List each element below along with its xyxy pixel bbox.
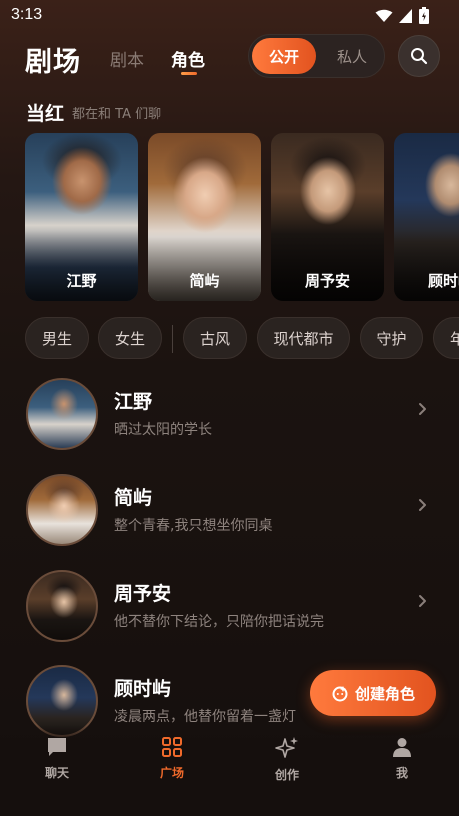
hot-card-name: 江野 [66, 272, 97, 290]
hot-character-carousel[interactable]: 江野 简屿 周予安 顾时屿 [25, 133, 459, 303]
chevron-right-icon [419, 403, 426, 415]
signal-icon [399, 8, 412, 23]
tag-ancient[interactable]: 古风 [183, 317, 247, 359]
hot-card-3[interactable]: 周予安 [271, 133, 384, 301]
create-character-label: 创建角色 [354, 684, 415, 703]
grid-icon [162, 737, 182, 757]
hot-card-2[interactable]: 简屿 [148, 133, 261, 301]
tag-male[interactable]: 男生 [25, 317, 89, 359]
nav-label: 广场 [159, 766, 184, 780]
avatar [26, 570, 98, 642]
hot-card-name: 简屿 [189, 272, 220, 290]
create-character-icon [332, 686, 348, 702]
search-button[interactable] [398, 35, 440, 77]
hot-section-title: 当红 [26, 103, 65, 125]
chevron-right-icon [419, 499, 426, 511]
character-description: 晒过太阳的学长 [114, 422, 212, 438]
bottom-navigation: 聊天 广场 创作 我 [0, 725, 459, 816]
top-header: 剧场 剧本 角色 [0, 36, 459, 80]
battery-icon [419, 7, 429, 24]
character-description: 他不替你下结论，只陪你把话说完 [114, 614, 324, 630]
hot-section-subtitle: 都在和 TA 们聊 [72, 107, 162, 122]
sparkle-icon [275, 737, 298, 758]
nav-chat[interactable]: 聊天 [17, 736, 97, 796]
nav-label: 创作 [274, 768, 299, 782]
hot-card-4[interactable]: 顾时屿 [394, 133, 459, 301]
toggle-public[interactable]: 公开 [252, 38, 316, 74]
status-bar: 3:13 [0, 0, 459, 32]
nav-me[interactable]: 我 [362, 736, 442, 796]
chevron-right-icon [419, 595, 426, 607]
character-name: 江野 [114, 391, 153, 413]
character-name: 简屿 [114, 487, 153, 509]
tab-characters[interactable]: 角色 [171, 46, 205, 71]
visibility-toggle[interactable]: 公开 私人 [248, 34, 385, 78]
tag-guardian[interactable]: 守护 [360, 317, 423, 359]
nav-square[interactable]: 广场 [132, 736, 212, 796]
tab-scripts[interactable]: 剧本 [110, 46, 144, 71]
avatar [26, 378, 98, 450]
tag-female[interactable]: 女生 [98, 317, 162, 359]
chat-icon [48, 738, 66, 756]
avatar [26, 474, 98, 546]
tag-filter-bar[interactable]: 男生 女生 古风 现代都市 守护 年 [25, 317, 459, 361]
character-description: 整个青春,我只想坐你同桌 [114, 518, 273, 534]
nav-label: 我 [395, 766, 408, 780]
nav-label: 聊天 [44, 766, 69, 780]
toggle-private[interactable]: 私人 [321, 38, 383, 74]
active-tab-indicator [181, 72, 197, 75]
character-description: 凌晨两点，他替你留着一盏灯 [114, 709, 296, 725]
tag-more[interactable]: 年 [433, 317, 459, 359]
nav-create[interactable]: 创作 [247, 736, 327, 796]
hot-card-name: 顾时屿 [427, 272, 459, 290]
wifi-icon [375, 9, 393, 22]
tag-divider [172, 325, 173, 353]
page-title: 剧场 [25, 47, 81, 78]
create-character-button[interactable]: 创建角色 [310, 670, 436, 716]
status-time: 3:13 [11, 6, 43, 23]
search-icon [411, 48, 428, 65]
character-name: 顾时屿 [114, 678, 172, 700]
character-row-3[interactable]: 周予安 他不替你下结论，只陪你把话说完 [0, 565, 459, 647]
character-row-2[interactable]: 简屿 整个青春,我只想坐你同桌 [0, 469, 459, 551]
tag-urban[interactable]: 现代都市 [257, 317, 350, 359]
character-row-1[interactable]: 江野 晒过太阳的学长 [0, 373, 459, 455]
status-icons [375, 7, 429, 24]
hot-card-1[interactable]: 江野 [25, 133, 138, 301]
profile-icon [393, 738, 411, 757]
character-name: 周予安 [114, 583, 172, 605]
hot-card-name: 周予安 [304, 272, 350, 290]
